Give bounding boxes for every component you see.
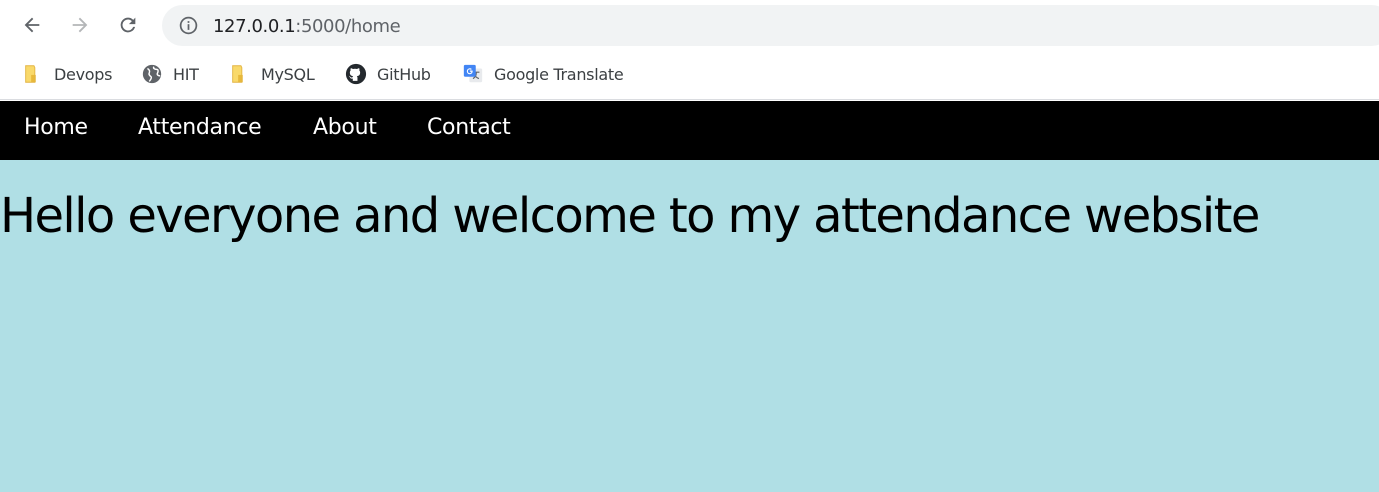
url-host: 127.0.0.1 — [213, 16, 296, 37]
arrow-left-icon — [24, 17, 40, 33]
bookmark-label: HIT — [173, 64, 199, 84]
reload-icon — [120, 17, 136, 33]
browser-toolbar: 127.0.0.1:5000/home — [0, 0, 1379, 52]
bookmark-google-translate[interactable]: Google Translate — [462, 60, 624, 88]
nav-link-contact[interactable]: Contact — [427, 115, 511, 140]
nav-link-attendance[interactable]: Attendance — [138, 115, 262, 140]
bookmark-github[interactable]: GitHub — [345, 60, 431, 88]
folder-icon — [232, 65, 243, 83]
page-content: Hello everyone and welcome to my attenda… — [0, 160, 1379, 492]
address-bar[interactable]: 127.0.0.1:5000/home — [162, 5, 1379, 46]
site-nav-bar: Home Attendance About Contact — [0, 101, 1379, 160]
bookmark-hit[interactable]: HIT — [141, 60, 199, 88]
url-port-path: :5000/home — [295, 16, 401, 37]
folder-icon — [25, 65, 36, 83]
welcome-heading: Hello everyone and welcome to my attenda… — [0, 188, 1260, 244]
bookmark-label: GitHub — [377, 64, 431, 84]
bookmark-mysql[interactable]: MySQL — [229, 60, 315, 88]
bookmark-label: MySQL — [261, 64, 315, 84]
globe-icon — [142, 64, 162, 84]
bookmark-devops[interactable]: Devops — [22, 60, 112, 88]
forward-button[interactable] — [63, 8, 97, 42]
bookmark-label: Devops — [54, 64, 113, 84]
bookmarks-bar: Devops HIT MySQL GitHub Google Translate — [0, 52, 1379, 100]
google-translate-icon — [463, 64, 483, 83]
nav-link-home[interactable]: Home — [24, 115, 88, 140]
bookmark-label: Google Translate — [494, 64, 624, 84]
arrow-right-icon — [72, 17, 88, 33]
url-text[interactable]: 127.0.0.1:5000/home — [213, 16, 401, 37]
github-icon — [345, 63, 367, 85]
info-icon[interactable] — [178, 15, 199, 36]
back-button[interactable] — [15, 8, 49, 42]
nav-link-about[interactable]: About — [313, 115, 377, 140]
reload-button[interactable] — [111, 8, 145, 42]
